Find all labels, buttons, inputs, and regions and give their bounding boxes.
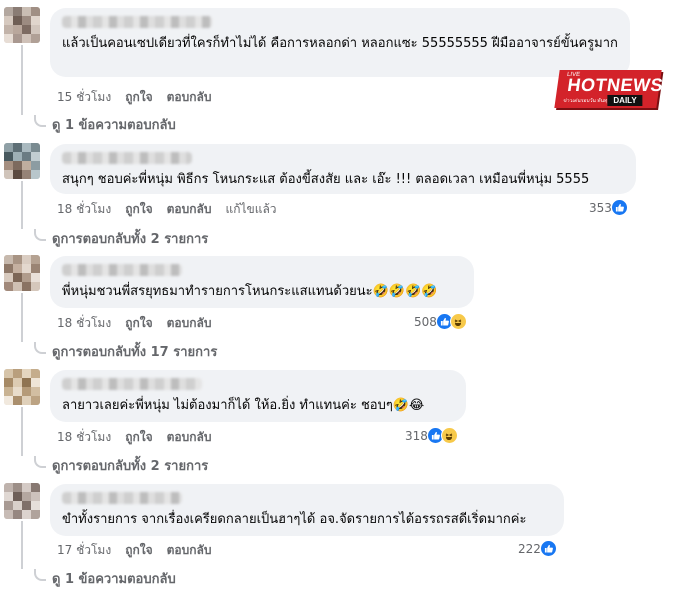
haha-reaction-icon	[440, 427, 458, 444]
reply-connector	[34, 114, 46, 127]
avatar[interactable]	[4, 255, 40, 291]
view-replies-label: ดูการตอบกลับทั้ง 17 รายการ	[52, 345, 218, 360]
hotnews-daily-logo: LIVE HOTNEWS ข่าวเด่นรอบวัน ทันทุกกระแส …	[554, 70, 665, 108]
reply-button[interactable]: ตอบกลับ	[167, 200, 212, 219]
avatar[interactable]	[4, 7, 40, 43]
comment-text: ขำทั้งรายการ จากเรื่องเครียดกลายเป็นฮาๆไ…	[62, 512, 527, 527]
avatar[interactable]	[4, 483, 40, 519]
comment-bubble: ขำทั้งรายการ จากเรื่องเครียดกลายเป็นฮาๆไ…	[50, 484, 564, 536]
reaction-count: 318	[405, 428, 428, 443]
timestamp[interactable]: 18 ชั่วโมง	[57, 200, 111, 219]
reply-connector	[34, 341, 46, 354]
like-button[interactable]: ถูกใจ	[125, 314, 152, 333]
view-replies-label: ดู 1 ข้อความตอบกลับ	[52, 572, 176, 587]
view-replies-link[interactable]: ดู 1 ข้อความตอบกลับ	[34, 568, 176, 589]
reply-button[interactable]: ตอบกลับ	[167, 314, 212, 333]
like-reaction-icon	[539, 540, 557, 557]
author-name-blurred[interactable]	[62, 16, 212, 28]
comment-actions: 15 ชั่วโมง ถูกใจ ตอบกลับ	[57, 88, 211, 107]
timestamp[interactable]: 18 ชั่วโมง	[57, 314, 111, 333]
comment-text: แล้วเป็นคอนเซปเดียวที่ใครก็ทำไม่ได้ คือก…	[62, 36, 618, 51]
reaction-count: 508	[414, 314, 437, 329]
comment-bubble: พี่หนุ่มชวนพี่สรยุทธมาทำรายการโหนกระแสแท…	[50, 256, 474, 308]
reply-connector	[34, 228, 46, 241]
comment-bubble: ลายาวเลยค่ะพี่หนุ่ม ไม่ต้องมาก็ได้ ให้อ.…	[50, 370, 466, 422]
comment-bubble: แล้วเป็นคอนเซปเดียวที่ใครก็ทำไม่ได้ คือก…	[50, 8, 630, 77]
view-replies-link[interactable]: ดูการตอบกลับทั้ง 17 รายการ	[34, 341, 217, 362]
author-name-blurred[interactable]	[62, 492, 182, 504]
thread-line	[21, 181, 23, 229]
haha-reaction-icon	[449, 313, 467, 330]
thread-line	[21, 521, 23, 569]
author-name-blurred[interactable]	[62, 264, 182, 276]
avatar[interactable]	[4, 143, 40, 179]
reaction-summary[interactable]: 508	[414, 313, 467, 330]
edited-label: แก้ไขแล้ว	[225, 202, 277, 216]
reaction-summary[interactable]: 353	[589, 199, 628, 216]
comment-text: พี่หนุ่มชวนพี่สรยุทธมาทำรายการโหนกระแสแท…	[62, 284, 438, 299]
view-replies-label: ดู 1 ข้อความตอบกลับ	[52, 118, 176, 133]
logo-name: HOTNEWS	[566, 75, 665, 95]
thread-line	[21, 45, 23, 115]
view-replies-link[interactable]: ดูการตอบกลับทั้ง 2 รายการ	[34, 455, 208, 476]
reaction-count: 222	[518, 541, 541, 556]
comment-actions: 17 ชั่วโมง ถูกใจ ตอบกลับ	[57, 541, 211, 560]
reply-button[interactable]: ตอบกลับ	[167, 88, 212, 107]
timestamp[interactable]: 17 ชั่วโมง	[57, 541, 111, 560]
thread-line	[21, 407, 23, 456]
timestamp[interactable]: 18 ชั่วโมง	[57, 428, 111, 447]
reply-button[interactable]: ตอบกลับ	[167, 428, 212, 447]
avatar[interactable]	[4, 369, 40, 405]
like-button[interactable]: ถูกใจ	[125, 88, 152, 107]
reaction-summary[interactable]: 222	[518, 540, 557, 557]
comment-actions: 18 ชั่วโมง ถูกใจ ตอบกลับ	[57, 314, 211, 333]
comment-text: สนุกๆ ชอบค่ะพี่หนุ่ม พิธีกร โหนกระแส ต้อ…	[62, 172, 590, 187]
comment-actions: 18 ชั่วโมง ถูกใจ ตอบกลับ	[57, 428, 211, 447]
reply-connector	[34, 455, 46, 468]
view-replies-label: ดูการตอบกลับทั้ง 2 รายการ	[52, 459, 209, 474]
reaction-count: 353	[589, 200, 612, 215]
like-reaction-icon	[610, 199, 628, 216]
view-replies-link[interactable]: ดู 1 ข้อความตอบกลับ	[34, 114, 176, 135]
reply-connector	[34, 568, 46, 581]
view-replies-link[interactable]: ดูการตอบกลับทั้ง 2 รายการ	[34, 228, 208, 249]
like-button[interactable]: ถูกใจ	[125, 541, 152, 560]
thread-line	[21, 293, 23, 342]
view-replies-label: ดูการตอบกลับทั้ง 2 รายการ	[52, 232, 209, 247]
comment-text: ลายาวเลยค่ะพี่หนุ่ม ไม่ต้องมาก็ได้ ให้อ.…	[62, 398, 425, 413]
timestamp[interactable]: 15 ชั่วโมง	[57, 88, 111, 107]
author-name-blurred[interactable]	[62, 378, 202, 390]
logo-daily-badge: DAILY	[607, 95, 643, 106]
comment-bubble: สนุกๆ ชอบค่ะพี่หนุ่ม พิธีกร โหนกระแส ต้อ…	[50, 144, 636, 194]
like-button[interactable]: ถูกใจ	[125, 428, 152, 447]
reply-button[interactable]: ตอบกลับ	[167, 541, 212, 560]
like-button[interactable]: ถูกใจ	[125, 200, 152, 219]
comment-actions: 18 ชั่วโมง ถูกใจ ตอบกลับ แก้ไขแล้ว	[57, 200, 277, 219]
reaction-summary[interactable]: 318	[405, 427, 458, 444]
author-name-blurred[interactable]	[62, 152, 192, 164]
